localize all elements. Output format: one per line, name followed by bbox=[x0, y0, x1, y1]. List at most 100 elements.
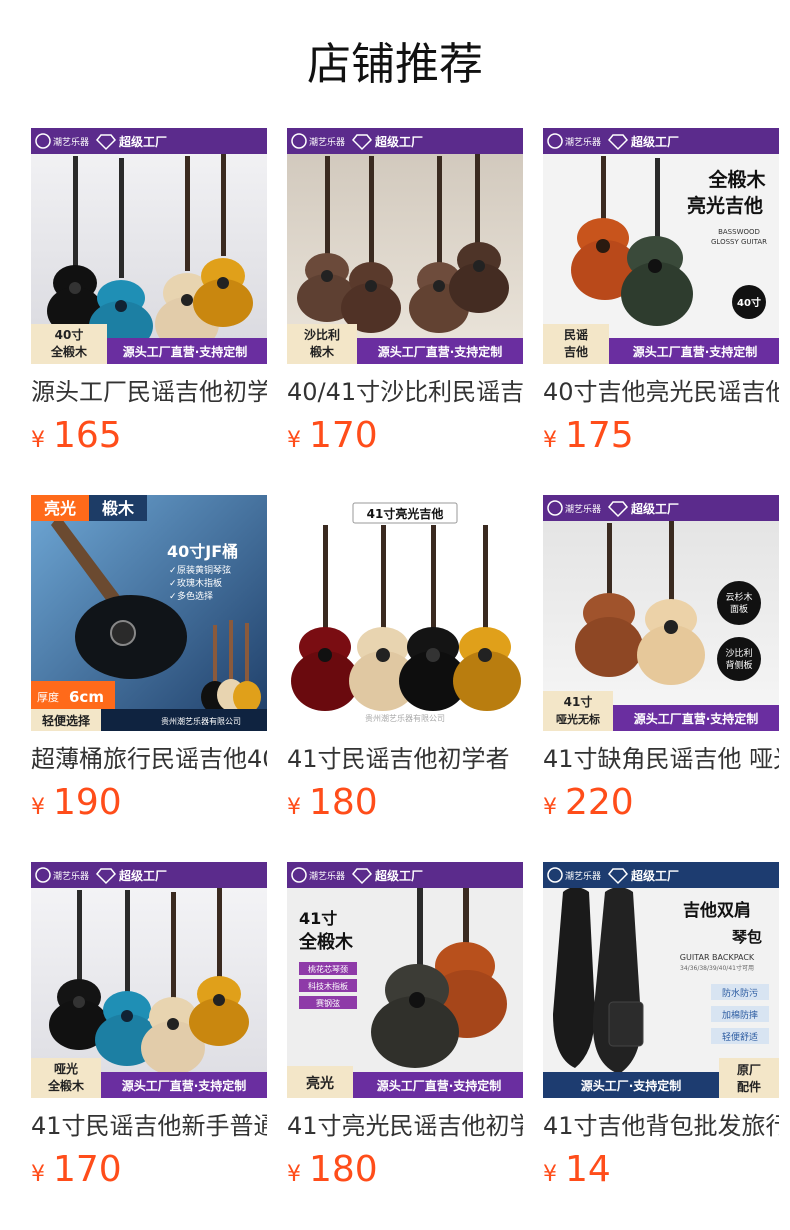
brand-name: 潮艺乐器 bbox=[565, 503, 601, 515]
feature-2: 玫瑰木指板 bbox=[177, 577, 222, 589]
product-price: ¥220 bbox=[543, 779, 634, 827]
circle-2-line-2: 背侧板 bbox=[725, 659, 752, 671]
currency-symbol: ¥ bbox=[287, 428, 301, 453]
subline-1: BASSWOOD bbox=[718, 228, 760, 236]
headline-line-2: 亮光吉他 bbox=[687, 194, 763, 217]
product-price: ¥165 bbox=[31, 412, 122, 460]
feature-3: 多色选择 bbox=[177, 590, 213, 602]
product-image[interactable]: 41寸亮光吉他 贵州潮艺乐器有限公司 bbox=[287, 495, 523, 731]
circle-1-line-2: 面板 bbox=[730, 603, 748, 615]
corner-label-top: 40寸 bbox=[55, 327, 84, 342]
product-price: ¥180 bbox=[287, 779, 378, 827]
product-name[interactable]: 源头工厂民谣吉他初学者 bbox=[31, 374, 267, 410]
product-name[interactable]: 40寸吉他亮光民谣吉他 bbox=[543, 374, 779, 410]
super-factory-label: 超级工厂 bbox=[118, 134, 167, 149]
brand-name: 潮艺乐器 bbox=[53, 870, 89, 882]
corner-label-bottom: 椴木 bbox=[310, 344, 335, 359]
product-image[interactable]: 40寸 全椴木 源头工厂直营·支持定制 潮艺乐器 超级工厂 bbox=[31, 128, 267, 364]
super-factory-label: 超级工厂 bbox=[374, 134, 423, 149]
brand-name: 潮艺乐器 bbox=[565, 136, 601, 148]
brand-name: 潮艺乐器 bbox=[53, 136, 89, 148]
product-name[interactable]: 41寸缺角民谣吉他 哑光 bbox=[543, 741, 779, 777]
tag-right: 椴木 bbox=[102, 499, 135, 518]
product-price: ¥170 bbox=[287, 412, 378, 460]
factory-direct-label: 源头工厂直营·支持定制 bbox=[123, 344, 248, 359]
super-factory-label: 超级工厂 bbox=[630, 868, 679, 883]
product-card[interactable]: 40寸 全椴木 源头工厂直营·支持定制 潮艺乐器 超级工厂 源头工厂民谣吉他初学… bbox=[31, 128, 267, 468]
product-card[interactable]: 云杉木 面板 沙比利 背侧板 41寸 哑光无标 源头工厂直营·支持定制 潮艺乐器… bbox=[543, 495, 779, 835]
product-image[interactable]: 41寸 全椴木 桃花芯琴颈 科技木指板 赛钢弦 亮光 源头工厂直营·支持定制 潮… bbox=[287, 862, 523, 1098]
bottom-right-line-2: 配件 bbox=[737, 1079, 761, 1094]
corner-label-top: 民谣 bbox=[564, 327, 588, 342]
currency-symbol: ¥ bbox=[31, 795, 45, 820]
feature-1: 原装黄铜琴弦 bbox=[177, 564, 231, 576]
product-price: ¥170 bbox=[31, 1146, 122, 1194]
product-name[interactable]: 41寸民谣吉他初学者 bbox=[287, 741, 523, 777]
price-value: 180 bbox=[309, 782, 378, 823]
currency-symbol: ¥ bbox=[31, 428, 45, 453]
product-image[interactable]: 哑光 全椴木 源头工厂直营·支持定制 潮艺乐器 超级工厂 bbox=[31, 862, 267, 1098]
factory-direct-label: 源头工厂直营·支持定制 bbox=[633, 344, 758, 359]
product-image[interactable]: 亮光 椴木 40寸JF桶 原装黄铜琴弦 玫瑰木指板 多色选择 ✓ ✓ ✓ 厚度 … bbox=[31, 495, 267, 731]
headline-line-1: 41寸 bbox=[299, 909, 337, 928]
currency-symbol: ¥ bbox=[543, 428, 557, 453]
circle-1-line-1: 云杉木 bbox=[725, 591, 752, 603]
factory-direct-label: 源头工厂直营·支持定制 bbox=[378, 344, 503, 359]
feature-2: 科技木指板 bbox=[308, 981, 348, 991]
super-factory-label: 超级工厂 bbox=[118, 868, 167, 883]
check-icon: ✓ bbox=[169, 566, 177, 576]
product-card[interactable]: 全椴木 亮光吉他 BASSWOOD GLOSSY GUITAR 40寸 民谣 吉… bbox=[543, 128, 779, 468]
super-factory-label: 超级工厂 bbox=[630, 134, 679, 149]
product-price: ¥180 bbox=[287, 1146, 378, 1194]
product-image[interactable]: 全椴木 亮光吉他 BASSWOOD GLOSSY GUITAR 40寸 民谣 吉… bbox=[543, 128, 779, 364]
product-card[interactable]: 吉他双肩 琴包 GUITAR BACKPACK 34/36/38/39/40/4… bbox=[543, 862, 779, 1202]
price-value: 14 bbox=[565, 1149, 611, 1190]
product-card[interactable]: 沙比利 椴木 源头工厂直营·支持定制 潮艺乐器 超级工厂 40/41寸沙比利民谣… bbox=[287, 128, 523, 468]
check-icon: ✓ bbox=[169, 579, 177, 589]
factory-direct-label: 源头工厂直营·支持定制 bbox=[122, 1078, 247, 1093]
thickness-label: 厚度 bbox=[37, 690, 59, 704]
factory-direct-label: 源头工厂直营·支持定制 bbox=[377, 1078, 502, 1093]
super-factory-label: 超级工厂 bbox=[630, 501, 679, 516]
product-name[interactable]: 41寸吉他背包批发旅行 bbox=[543, 1108, 779, 1144]
headline: 40寸JF桶 bbox=[167, 542, 238, 561]
product-price: ¥14 bbox=[543, 1146, 611, 1194]
product-card[interactable]: 41寸亮光吉他 贵州潮艺乐器有限公司 41寸民谣吉他初学者 ¥180 bbox=[287, 495, 523, 835]
bottom-right-line-1: 原厂 bbox=[737, 1063, 761, 1077]
price-value: 170 bbox=[53, 1149, 122, 1190]
page-title: 店铺推荐 bbox=[307, 39, 483, 90]
sizes: 34/36/38/39/40/41寸可用 bbox=[680, 964, 754, 972]
product-name[interactable]: 超薄桶旅行民谣吉他40寸 bbox=[31, 741, 267, 777]
circle-2-line-1: 沙比利 bbox=[725, 647, 752, 659]
bottom-left-label: 源头工厂·支持定制 bbox=[581, 1078, 682, 1093]
super-factory-label: 超级工厂 bbox=[374, 868, 423, 883]
product-image[interactable]: 吉他双肩 琴包 GUITAR BACKPACK 34/36/38/39/40/4… bbox=[543, 862, 779, 1098]
corner-label-top: 哑光 bbox=[54, 1061, 78, 1076]
corner-label-bottom: 哑光无标 bbox=[556, 712, 600, 726]
price-value: 165 bbox=[53, 415, 122, 456]
corner-label-bottom: 全椴木 bbox=[47, 1078, 85, 1093]
headline-line-1: 吉他双肩 bbox=[683, 900, 751, 921]
brand-name: 潮艺乐器 bbox=[309, 870, 345, 882]
currency-symbol: ¥ bbox=[543, 795, 557, 820]
product-name[interactable]: 41寸亮光民谣吉他初学者 bbox=[287, 1108, 523, 1144]
product-image[interactable]: 云杉木 面板 沙比利 背侧板 41寸 哑光无标 源头工厂直营·支持定制 潮艺乐器… bbox=[543, 495, 779, 731]
product-name[interactable]: 40/41寸沙比利民谣吉他 bbox=[287, 374, 523, 410]
product-card[interactable]: 亮光 椴木 40寸JF桶 原装黄铜琴弦 玫瑰木指板 多色选择 ✓ ✓ ✓ 厚度 … bbox=[31, 495, 267, 835]
factory-direct-label: 源头工厂直营·支持定制 bbox=[634, 711, 759, 726]
bottom-tag: 轻便选择 bbox=[42, 713, 91, 728]
product-image[interactable]: 沙比利 椴木 源头工厂直营·支持定制 潮艺乐器 超级工厂 bbox=[287, 128, 523, 364]
product-card[interactable]: 哑光 全椴木 源头工厂直营·支持定制 潮艺乐器 超级工厂 41寸民谣吉他新手普通… bbox=[31, 862, 267, 1202]
feature-1: 防水防污 bbox=[722, 987, 758, 999]
feature-3: 轻便舒适 bbox=[722, 1031, 758, 1043]
tag-left: 亮光 bbox=[44, 499, 76, 518]
currency-symbol: ¥ bbox=[287, 1162, 301, 1187]
price-value: 220 bbox=[565, 782, 634, 823]
feature-3: 赛钢弦 bbox=[316, 998, 340, 1008]
product-card[interactable]: 41寸 全椴木 桃花芯琴颈 科技木指板 赛钢弦 亮光 源头工厂直营·支持定制 潮… bbox=[287, 862, 523, 1202]
company-name: 贵州潮艺乐器有限公司 bbox=[161, 716, 241, 726]
size-badge-label: 40寸 bbox=[737, 296, 761, 309]
feature-1: 桃花芯琴颈 bbox=[308, 964, 348, 974]
price-value: 170 bbox=[309, 415, 378, 456]
product-name[interactable]: 41寸民谣吉他新手普通 bbox=[31, 1108, 267, 1144]
